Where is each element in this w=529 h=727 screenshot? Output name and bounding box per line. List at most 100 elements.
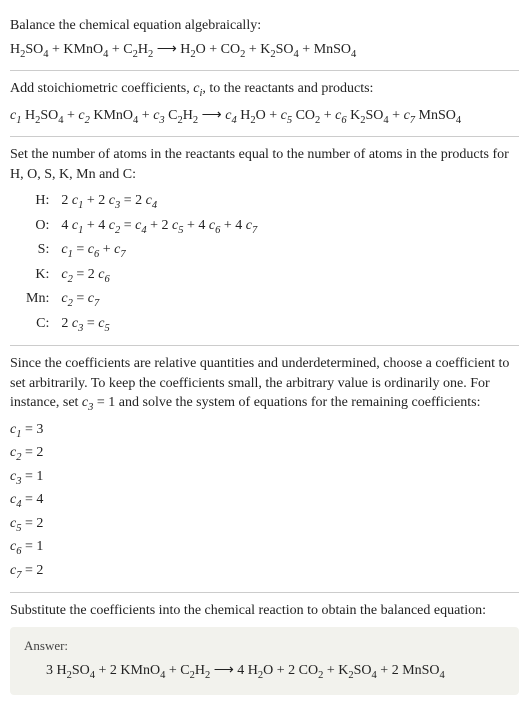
subscript: 2 — [270, 48, 275, 59]
coeff-symbol: c1 — [61, 242, 72, 257]
subscript: 4 — [133, 114, 138, 125]
coeff-symbol: c6 — [98, 267, 109, 282]
coeff-line: c1 = 3 — [10, 420, 519, 443]
element-label: Mn: — [20, 288, 55, 312]
coeff-sub: 7 — [410, 114, 415, 125]
table-row: S:c1 = c6 + c7 — [20, 239, 263, 263]
coeff-symbol: c7 — [404, 108, 415, 123]
element-equation: 4 c1 + 4 c2 = c4 + 2 c5 + 4 c6 + 4 c7 — [55, 215, 263, 239]
element-equation: c2 = 2 c6 — [55, 264, 263, 288]
element-label: H: — [20, 190, 55, 214]
subscript: 4 — [456, 114, 461, 125]
coeff-symbol: c5 — [281, 108, 292, 123]
coeff-symbol: c2 — [109, 218, 120, 233]
subscript: 4 — [103, 48, 108, 59]
subscript: 4 — [43, 48, 48, 59]
coeff-sub: 7 — [252, 225, 257, 236]
coeff-symbol: c4 — [10, 492, 21, 507]
element-equation: 2 c3 = c5 — [55, 313, 263, 337]
coeff-sub: 4 — [141, 225, 146, 236]
subscript: 2 — [148, 48, 153, 59]
coeff-sub: 3 — [115, 200, 120, 211]
table-row: H:2 c1 + 2 c3 = 2 c4 — [20, 190, 263, 214]
coeff-line: c3 = 1 — [10, 467, 519, 490]
coeff-symbol: c1 — [72, 193, 83, 208]
subscript: 4 — [351, 48, 356, 59]
coeff-sub: 3 — [159, 114, 164, 125]
solve-intro: Since the coefficients are relative quan… — [10, 354, 519, 416]
element-equation: c2 = c7 — [55, 288, 263, 312]
section-final: Substitute the coefficients into the che… — [10, 593, 519, 695]
coeff-symbol: c6 — [209, 218, 220, 233]
subscript: 2 — [250, 114, 255, 125]
table-row: K:c2 = 2 c6 — [20, 264, 263, 288]
coeff-sub: 2 — [85, 114, 90, 125]
subscript: 4 — [58, 114, 63, 125]
coeff-symbol: c5 — [172, 218, 183, 233]
coeff-symbol: c3 — [10, 469, 21, 484]
section-atom-set: Set the number of atoms in the reactants… — [10, 137, 519, 346]
subscript: 2 — [190, 48, 195, 59]
coeff-symbol: c2 — [61, 291, 72, 306]
coeff-symbol: c1 — [72, 218, 83, 233]
coeff-symbol: c6 — [88, 242, 99, 257]
section-intro: Balance the chemical equation algebraica… — [10, 8, 519, 71]
solve-intro-b: = 1 and solve the system of equations fo… — [93, 395, 480, 410]
addcoeff-text: Add stoichiometric coefficients, ci, to … — [10, 79, 519, 101]
coeff-symbol: c2 — [61, 267, 72, 282]
subscript: 2 — [193, 114, 198, 125]
coeff-sub: 6 — [215, 225, 220, 236]
coeff-line: c4 = 4 — [10, 490, 519, 513]
coeff-sub: 1 — [78, 225, 83, 236]
coeff-symbol: c5 — [10, 516, 21, 531]
coeff-sub: 1 — [16, 114, 21, 125]
subscript: 2 — [360, 114, 365, 125]
coeff-sub: 1 — [78, 200, 83, 211]
coeff-sub: 2 — [68, 298, 73, 309]
subscript: 4 — [383, 114, 388, 125]
coeff-symbol: c3 — [72, 316, 83, 331]
subscript: 2 — [315, 114, 320, 125]
coeff-sub: 7 — [120, 249, 125, 260]
coeff-sub: 7 — [94, 298, 99, 309]
subscript: 4 — [440, 670, 445, 681]
subscript: 4 — [90, 670, 95, 681]
subscript: 2 — [240, 48, 245, 59]
section-solve: Since the coefficients are relative quan… — [10, 346, 519, 593]
subscript: 4 — [372, 670, 377, 681]
addcoeff-text-b: , to the reactants and products: — [202, 81, 373, 96]
intro-equation: H2SO4 + KMnO4 + C2H2 ⟶ H2O + CO2 + K2SO4… — [10, 40, 519, 62]
coeff-symbol: c7 — [10, 563, 21, 578]
coeff-sub: 2 — [68, 273, 73, 284]
subscript: 2 — [35, 114, 40, 125]
coeff-symbol: c7 — [88, 291, 99, 306]
coeff-sub: 1 — [68, 249, 73, 260]
section-add-coeffs: Add stoichiometric coefficients, ci, to … — [10, 71, 519, 137]
intro-text: Balance the chemical equation algebraica… — [10, 16, 519, 36]
atom-equations-table: H:2 c1 + 2 c3 = 2 c4O:4 c1 + 4 c2 = c4 +… — [20, 190, 263, 337]
subscript: 2 — [258, 670, 263, 681]
element-label: O: — [20, 215, 55, 239]
subscript: 2 — [20, 48, 25, 59]
coeff-sub: 5 — [104, 322, 109, 333]
final-intro: Substitute the coefficients into the che… — [10, 601, 519, 621]
coeff-list: c1 = 3c2 = 2c3 = 1c4 = 4c5 = 2c6 = 1c7 =… — [10, 420, 519, 584]
element-label: S: — [20, 239, 55, 263]
coeff-sub: 4 — [16, 499, 21, 510]
subscript: 4 — [160, 670, 165, 681]
answer-box: Answer: 3 H2SO4 + 2 KMnO4 + C2H2 ⟶ 4 H2O… — [10, 627, 519, 696]
coeff-line: c2 = 2 — [10, 443, 519, 466]
coeff-line: c6 = 1 — [10, 537, 519, 560]
coeff-symbol: c7 — [114, 242, 125, 257]
answer-label: Answer: — [24, 637, 505, 655]
coeff-symbol: c1 — [10, 108, 21, 123]
coeff-sub: 6 — [16, 546, 21, 557]
subscript: 2 — [348, 670, 353, 681]
table-row: O:4 c1 + 4 c2 = c4 + 2 c5 + 4 c6 + 4 c7 — [20, 215, 263, 239]
table-row: Mn:c2 = c7 — [20, 288, 263, 312]
coeff-symbol: c4 — [225, 108, 236, 123]
coeff-sub: 6 — [341, 114, 346, 125]
subscript: 4 — [294, 48, 299, 59]
coeff-symbol: c3 — [109, 193, 120, 208]
coeff-symbol: c4 — [135, 218, 146, 233]
